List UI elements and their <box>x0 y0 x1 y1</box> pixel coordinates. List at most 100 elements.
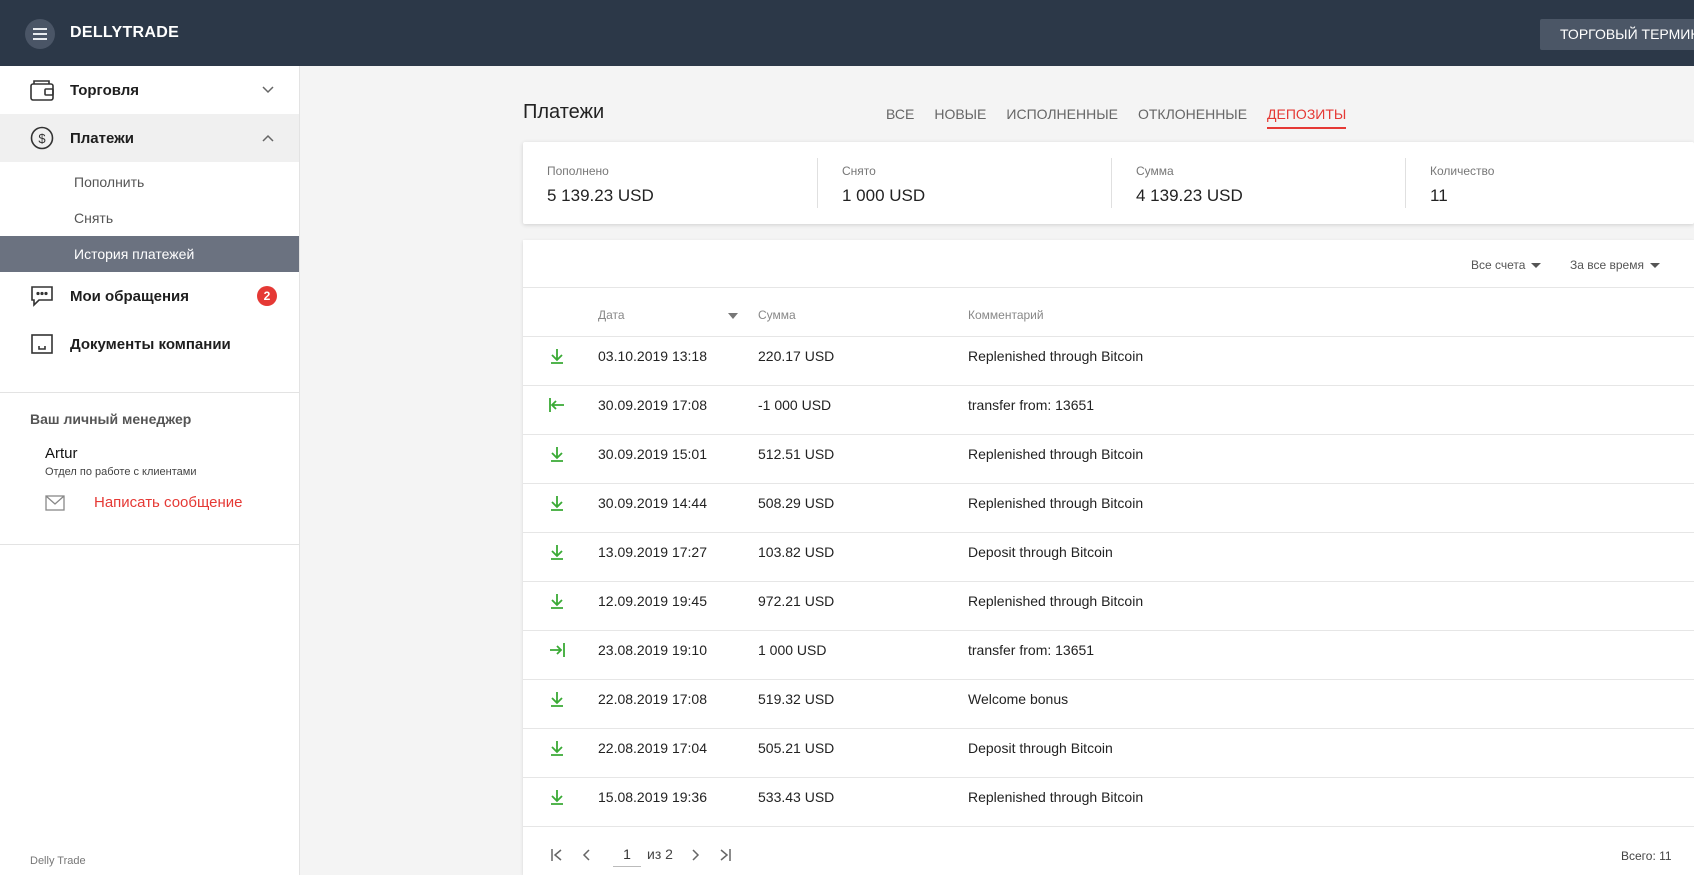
caret-down-icon <box>1649 263 1660 269</box>
filter-label: Все счета <box>1471 258 1526 272</box>
table-row[interactable]: 15.08.2019 19:36 533.43 USD Replenished th… <box>523 778 1694 827</box>
table-row[interactable]: 03.10.2019 13:18 220.17 USD Replenished th… <box>523 337 1694 386</box>
table-row[interactable]: 30.09.2019 15:01 512.51 USD Replenished th… <box>523 435 1694 484</box>
page-number-input[interactable]: 1 <box>613 841 641 867</box>
row-amount: 512.51 USD <box>758 446 835 462</box>
row-date: 22.08.2019 17:04 <box>598 740 707 756</box>
download-icon <box>551 496 563 511</box>
table-row[interactable]: 30.09.2019 17:08 -1 000 USD transfer from:… <box>523 386 1694 435</box>
table-body: 03.10.2019 13:18 220.17 USD Replenished th… <box>523 337 1694 827</box>
sidebar-divider <box>0 544 299 545</box>
sort-desc-icon[interactable] <box>728 313 738 319</box>
table-row[interactable]: 23.08.2019 19:10 1 000 USD transfer from: … <box>523 631 1694 680</box>
last-page-icon[interactable] <box>717 847 733 863</box>
tab-deposits[interactable]: ДЕПОЗИТЫ <box>1267 106 1347 129</box>
next-page-icon[interactable] <box>687 847 703 863</box>
table-row[interactable]: 30.09.2019 14:44 508.29 USD Replenished th… <box>523 484 1694 533</box>
row-date: 12.09.2019 19:45 <box>598 593 707 609</box>
manager-section-title: Ваш личный менеджер <box>30 411 192 427</box>
summary-label: Сумма <box>1136 164 1174 178</box>
row-date: 23.08.2019 19:10 <box>598 642 707 658</box>
table-row[interactable]: 12.09.2019 19:45 972.21 USD Replenished th… <box>523 582 1694 631</box>
row-date: 15.08.2019 19:36 <box>598 789 707 805</box>
summary-total: Сумма 4 139.23 USD <box>1111 158 1405 208</box>
chevron-up-icon <box>262 134 274 142</box>
total-count: Всего: 11 <box>1621 849 1672 863</box>
tab-executed[interactable]: ИСПОЛНЕННЫЕ <box>1006 106 1118 129</box>
summary-label: Пополнено <box>547 164 609 178</box>
column-header-amount: Сумма <box>758 308 796 322</box>
row-amount: -1 000 USD <box>758 397 832 413</box>
sidebar-subitem-withdraw[interactable]: Снять <box>0 200 299 236</box>
row-comment: transfer from: 13651 <box>968 642 1095 658</box>
tab-rejected[interactable]: ОТКЛОНЕННЫЕ <box>1138 106 1247 129</box>
row-date: 30.09.2019 17:08 <box>598 397 707 413</box>
period-filter-dropdown[interactable]: За все время <box>1570 258 1660 272</box>
write-message-link[interactable]: Написать сообщение <box>94 494 243 511</box>
sidebar: Торговля $ Платежи Пополнить Снять Истор… <box>0 66 300 875</box>
transfer-in-icon <box>550 643 565 657</box>
sidebar-subitem-history[interactable]: История платежей <box>0 236 299 272</box>
download-icon <box>551 349 563 364</box>
row-amount: 972.21 USD <box>758 593 835 609</box>
sidebar-subitem-deposit[interactable]: Пополнить <box>0 164 299 200</box>
trading-terminal-button[interactable]: ТОРГОВЫЙ ТЕРМИН <box>1540 19 1694 50</box>
prev-page-icon[interactable] <box>579 847 595 863</box>
tab-all[interactable]: ВСЕ <box>886 106 914 129</box>
row-comment: Replenished through Bitcoin <box>968 348 1144 364</box>
download-icon <box>551 545 563 560</box>
row-comment: Deposit through Bitcoin <box>968 740 1113 756</box>
caret-down-icon <box>1531 263 1542 269</box>
table-row[interactable]: 22.08.2019 17:08 519.32 USD Welcome bonus <box>523 680 1694 729</box>
chevron-down-icon <box>262 86 274 94</box>
download-icon <box>551 790 563 805</box>
accounts-filter-dropdown[interactable]: Все счета <box>1471 258 1542 272</box>
download-icon <box>551 692 563 707</box>
sidebar-item-label: Платежи <box>70 129 134 147</box>
sidebar-item-payments[interactable]: $ Платежи <box>0 114 299 162</box>
summary-value: 1 000 USD <box>842 186 926 205</box>
hamburger-menu-icon[interactable] <box>25 19 55 49</box>
row-comment: Replenished through Bitcoin <box>968 446 1144 462</box>
sidebar-item-label: Документы компании <box>70 335 231 353</box>
filter-label: За все время <box>1570 258 1644 272</box>
page-count: из 2 <box>647 846 673 862</box>
summary-card: Пополнено 5 139.23 USD Снято 1 000 USD С… <box>523 142 1694 224</box>
summary-label: Количество <box>1430 164 1495 178</box>
row-amount: 508.29 USD <box>758 495 835 511</box>
row-date: 22.08.2019 17:08 <box>598 691 707 707</box>
row-comment: Deposit through Bitcoin <box>968 544 1113 560</box>
sidebar-item-documents[interactable]: Документы компании <box>0 320 299 368</box>
summary-value: 11 <box>1430 186 1448 205</box>
pagination: 1 из 2 Всего: 11 <box>523 841 1694 871</box>
chat-bubble-icon <box>31 286 53 307</box>
table-row[interactable]: 22.08.2019 17:04 505.21 USD Deposit throug… <box>523 729 1694 778</box>
tab-new[interactable]: НОВЫЕ <box>934 106 986 129</box>
sidebar-item-label: Мои обращения <box>70 287 190 305</box>
app-logo[interactable]: DELLYTRADE <box>70 24 179 42</box>
download-icon <box>551 594 563 609</box>
sidebar-divider <box>0 392 299 393</box>
transfer-out-icon <box>549 398 564 412</box>
column-header-date[interactable]: Дата <box>598 308 625 322</box>
download-icon <box>551 741 563 756</box>
row-date: 30.09.2019 15:01 <box>598 446 707 462</box>
summary-withdrawn: Снято 1 000 USD <box>817 158 1111 208</box>
summary-label: Снято <box>842 164 876 178</box>
table-filters: Все счета За все время <box>523 240 1694 288</box>
row-date: 03.10.2019 13:18 <box>598 348 707 364</box>
footer-brand: Delly Trade <box>30 855 86 867</box>
download-icon <box>551 447 563 462</box>
first-page-icon[interactable] <box>549 847 565 863</box>
payments-table: Все счета За все время Дата Сумма Коммен… <box>523 240 1694 875</box>
row-comment: Replenished through Bitcoin <box>968 495 1144 511</box>
table-row[interactable]: 13.09.2019 17:27 103.82 USD Deposit throug… <box>523 533 1694 582</box>
mail-icon <box>45 495 65 511</box>
sidebar-item-trading[interactable]: Торговля <box>0 66 299 114</box>
summary-value: 4 139.23 USD <box>1136 186 1243 205</box>
sidebar-item-requests[interactable]: Мои обращения 2 <box>0 272 299 320</box>
row-amount: 519.32 USD <box>758 691 835 707</box>
column-header-comment: Комментарий <box>968 308 1044 322</box>
row-comment: Welcome bonus <box>968 691 1069 707</box>
document-box-icon <box>31 334 53 354</box>
